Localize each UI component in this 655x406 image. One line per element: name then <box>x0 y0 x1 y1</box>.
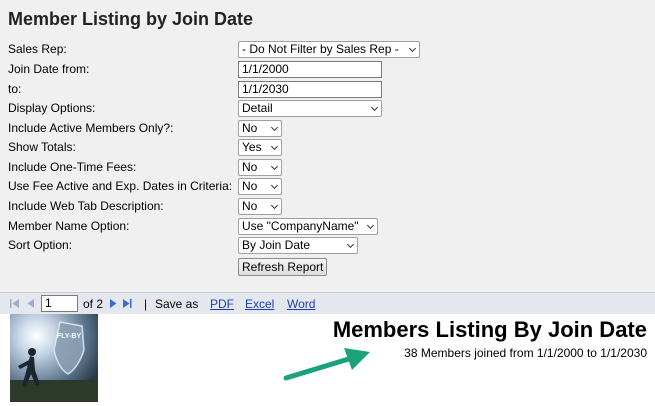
save-as-pdf-link[interactable]: PDF <box>210 297 234 311</box>
active-only-label: Include Active Members Only?: <box>8 121 174 135</box>
report-subtitle: 38 Members joined from 1/1/2000 to 1/1/2… <box>404 346 647 360</box>
join-date-from-input[interactable]: 1/1/2000 <box>238 61 382 78</box>
join-date-from-label: Join Date from: <box>8 62 90 76</box>
page-count: of 2 <box>83 297 104 311</box>
first-page-icon[interactable] <box>10 298 20 309</box>
refresh-report-button[interactable]: Refresh Report <box>238 258 328 276</box>
name-option-select[interactable]: Use "CompanyName" <box>238 218 378 235</box>
sort-option-select[interactable]: By Join Date <box>238 237 358 254</box>
display-options-select[interactable]: Detail <box>238 100 382 117</box>
web-tab-label: Include Web Tab Description: <box>8 199 164 213</box>
previous-page-icon[interactable] <box>26 298 36 309</box>
join-date-to-input[interactable]: 1/1/2030 <box>238 81 382 98</box>
annotation-arrow-icon <box>283 348 370 381</box>
join-date-to-label: to: <box>8 82 22 96</box>
fee-dates-select[interactable]: No <box>238 178 282 195</box>
sales-rep-select[interactable]: - Do Not Filter by Sales Rep - <box>238 41 420 58</box>
sales-rep-label: Sales Rep: <box>8 42 67 56</box>
last-page-icon[interactable] <box>122 298 132 309</box>
one-time-fees-select[interactable]: No <box>238 159 282 176</box>
web-tab-select[interactable]: No <box>238 198 282 215</box>
show-totals-select[interactable]: Yes <box>238 139 282 156</box>
save-as-word-link[interactable]: Word <box>287 297 315 311</box>
active-only-select[interactable]: No <box>238 120 282 137</box>
name-option-label: Member Name Option: <box>8 219 130 233</box>
fee-dates-label: Use Fee Active and Exp. Dates in Criteri… <box>8 179 233 193</box>
report-toolbar: 1 of 2 | Save as PDF Excel Word <box>0 292 655 315</box>
logo-text: FLY-BY <box>57 333 82 340</box>
save-as-excel-link[interactable]: Excel <box>245 297 274 311</box>
organization-logo: FLY-BY <box>10 314 98 402</box>
next-page-icon[interactable] <box>108 298 118 309</box>
save-as-label: Save as <box>155 297 199 311</box>
toolbar-separator: | <box>144 297 148 311</box>
one-time-fees-label: Include One-Time Fees: <box>8 160 137 174</box>
display-options-label: Display Options: <box>8 101 96 115</box>
page-title: Member Listing by Join Date <box>8 9 254 29</box>
sort-option-label: Sort Option: <box>8 238 73 252</box>
report-title: Members Listing By Join Date <box>332 317 647 342</box>
show-totals-label: Show Totals: <box>8 140 76 154</box>
page-number-input[interactable]: 1 <box>41 295 78 312</box>
